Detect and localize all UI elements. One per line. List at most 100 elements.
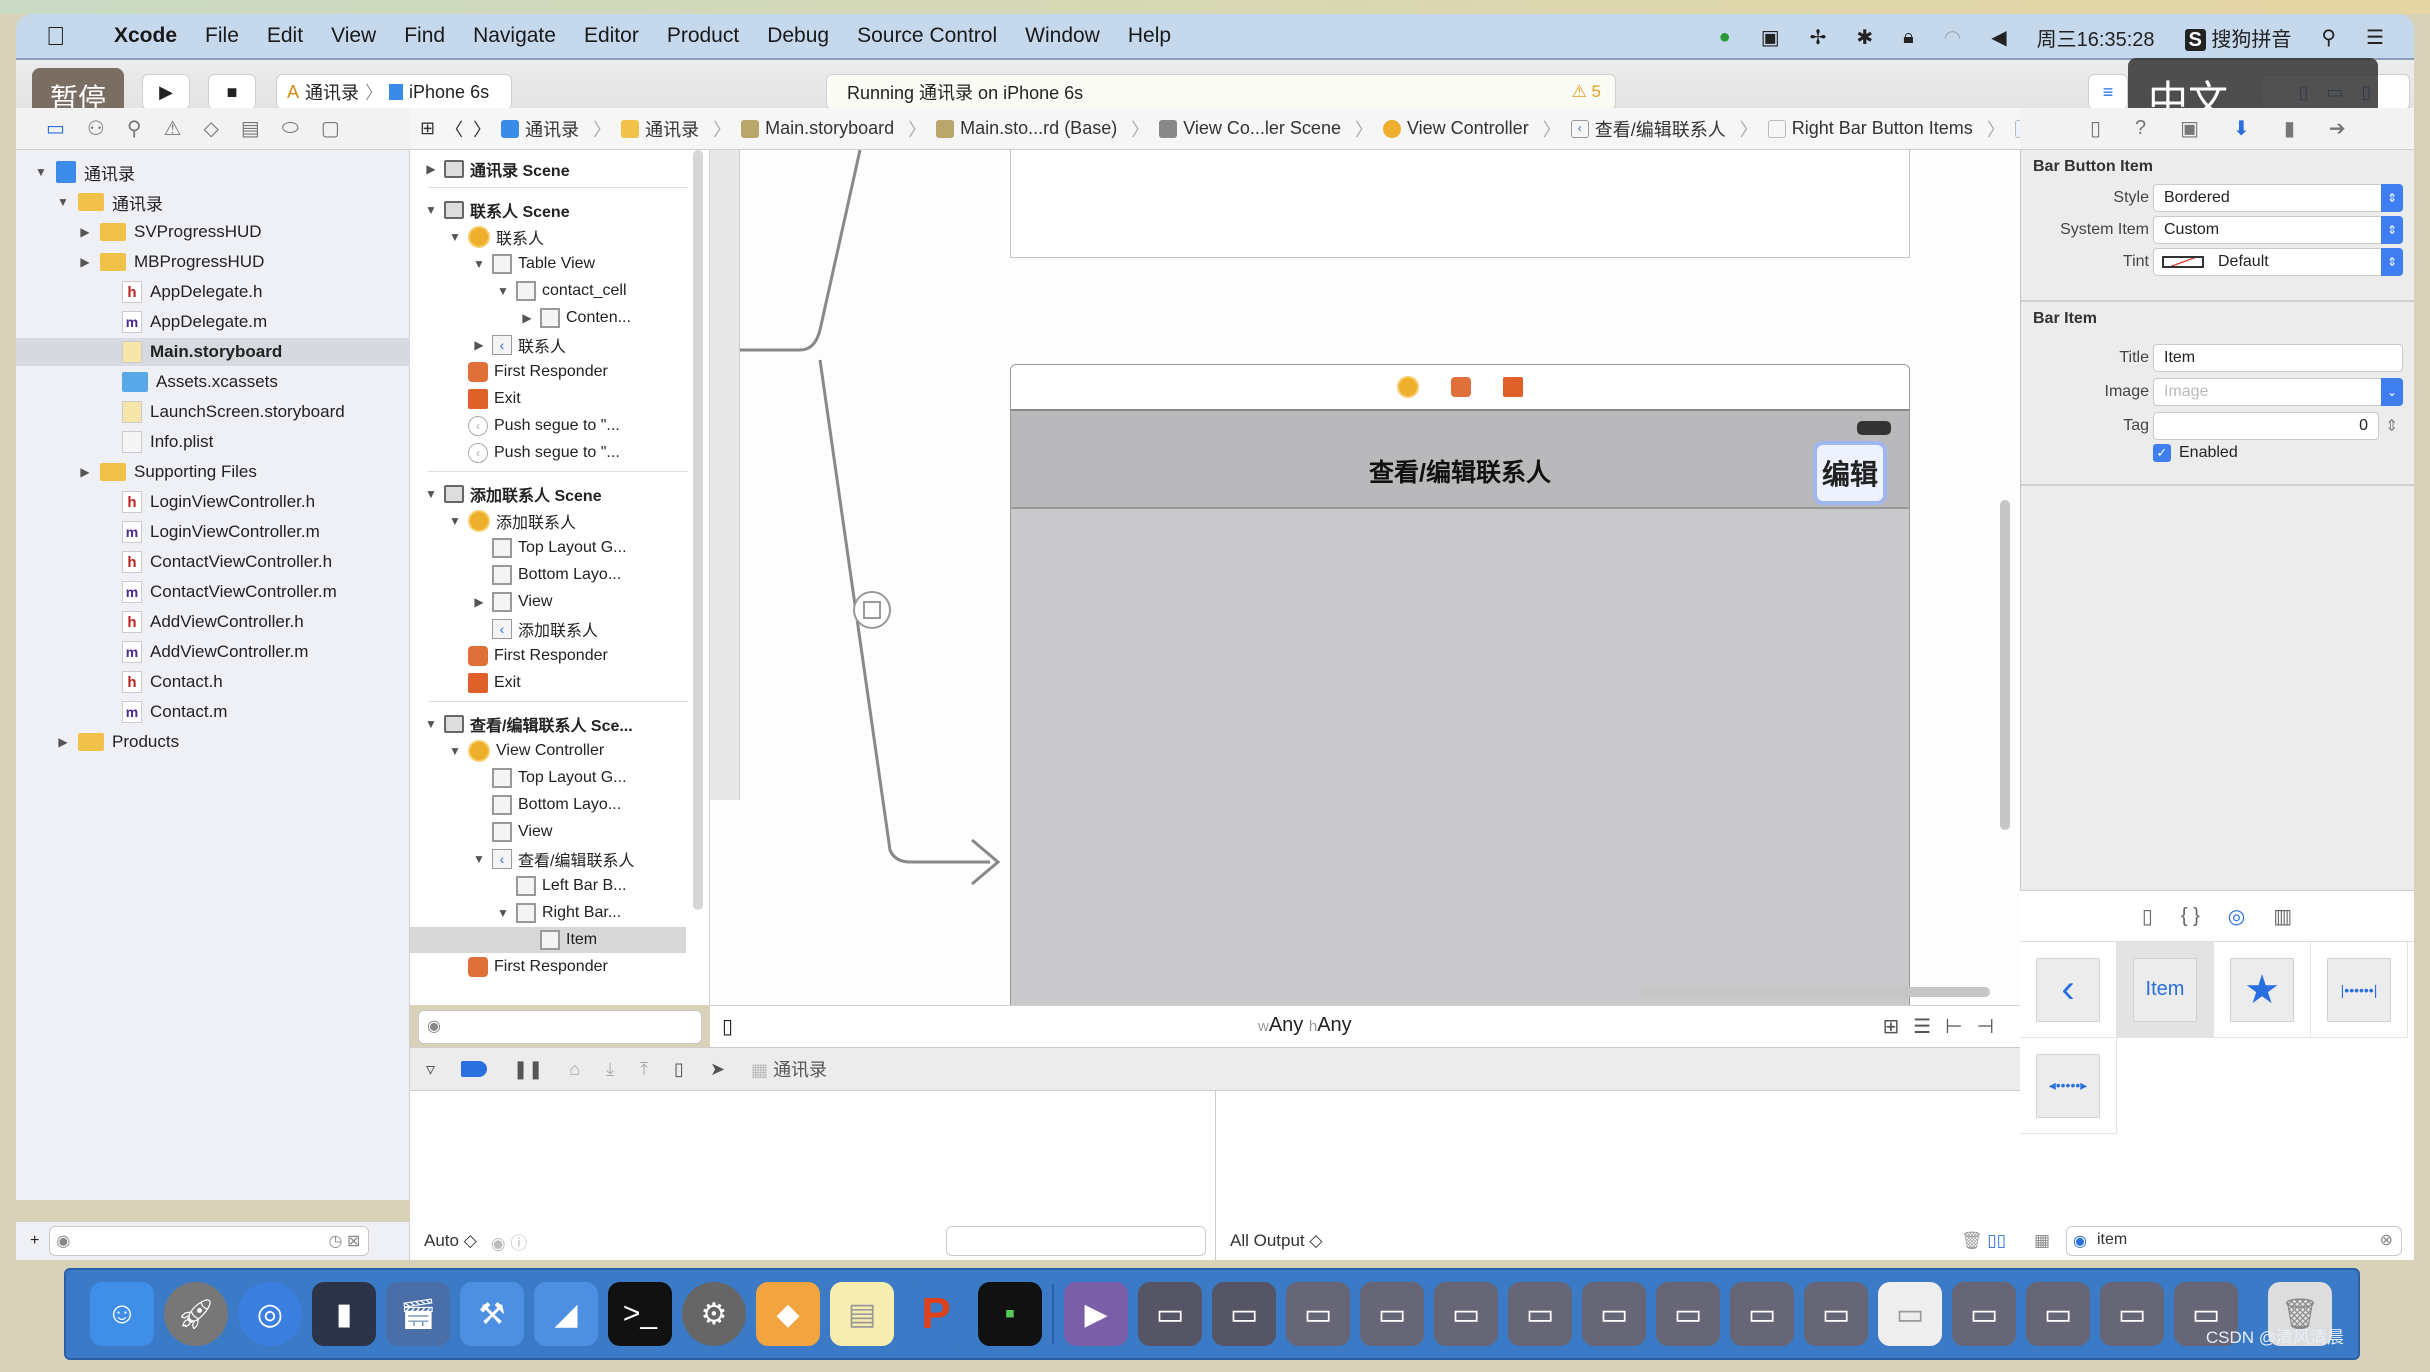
size-inspector-icon[interactable]: ▮ [2284,116,2295,141]
tag-input[interactable]: 0 [2153,412,2379,440]
resolve-icon[interactable]: ⊣ [1977,1016,2008,1038]
disclosure-triangle-icon[interactable]: ▼ [34,165,48,179]
segue-line[interactable] [818,359,990,864]
view-controller-icon[interactable] [1397,376,1419,398]
terminal-icon[interactable]: >_ [608,1282,672,1346]
variables-view[interactable] [410,1091,1216,1231]
debug-navigator-icon[interactable]: ▤ [241,116,260,141]
library-item-back[interactable]: ‹ [2020,942,2117,1038]
breakpoint-navigator-icon[interactable]: ⬭ [282,117,299,140]
menu-window[interactable]: Window [1025,24,1100,48]
outline-toggle-icon[interactable]: ▯ [722,1014,733,1039]
notification-icon[interactable]: ☰ [2366,25,2384,50]
outline-item[interactable]: ▶ Conten... [410,305,631,331]
outline-item[interactable]: ▼ Table View [410,251,595,277]
menu-app[interactable]: Xcode [114,24,177,48]
menu-source-control[interactable]: Source Control [857,24,997,48]
pin-icon[interactable]: ⊢ [1945,1016,1976,1038]
view-debug-icon[interactable]: ▯ [674,1059,684,1080]
wifi-icon[interactable]: ◠ [1944,25,1961,50]
breadcrumb-project[interactable]: 通讯录〉 [501,116,611,142]
window-thumbnail[interactable]: ▭ [1582,1282,1646,1346]
breadcrumb-scene[interactable]: View Co...ler Scene 〉 [1159,116,1373,142]
navigator-item[interactable]: ▼ 通讯录 [16,188,163,216]
outline-item[interactable]: Exit [410,386,521,412]
disclosure-triangle-icon[interactable]: ▶ [472,338,486,352]
grid-view-icon[interactable]: ▦ [2034,1231,2050,1251]
clear-icon[interactable]: ⊗ [2380,1230,2393,1250]
pause-icon[interactable]: ❚❚ [513,1059,543,1080]
editor-standard-button[interactable]: ≡ [2088,74,2128,110]
imovie-icon[interactable]: 🎬︎ [386,1282,450,1346]
quicktime-icon[interactable]: ▶ [1064,1282,1128,1346]
disclosure-triangle-icon[interactable]: ▶ [472,595,486,609]
title-input[interactable]: Item [2153,344,2403,372]
outline-item[interactable]: Left Bar B... [410,873,626,899]
back-icon[interactable]: 〈 [445,116,463,142]
outline-item[interactable]: ▼ 查看/编辑联系人 Sce... [410,711,633,737]
breadcrumb-navitem[interactable]: ‹ 查看/编辑联系人〉 [1570,116,1758,142]
navigator-item[interactable]: m AppDelegate.m [16,308,267,336]
outline-item[interactable]: View [410,819,552,845]
find-navigator-icon[interactable]: ⚲ [127,116,142,141]
disclosure-triangle-icon[interactable]: ▶ [78,255,92,269]
outline-item[interactable]: ▼ contact_cell [410,278,627,304]
window-thumbnail[interactable]: ▭ [1508,1282,1572,1346]
step-out-icon[interactable]: ⤒ [640,1059,648,1080]
outline-item[interactable]: ▼ 添加联系人 Scene [410,481,602,507]
window-thumbnail[interactable]: ▭ [1360,1282,1424,1346]
breadcrumb-storyboard[interactable]: Main.storyboard 〉 [741,116,926,142]
vertical-scrollbar[interactable] [2000,500,2010,830]
process-target[interactable]: ▦ 通讯录 [751,1056,827,1082]
menu-navigate[interactable]: Navigate [473,24,556,48]
outline-item[interactable]: ▼ 联系人 [410,224,544,250]
output-selector[interactable]: All Output ◇ [1230,1231,1322,1251]
bluetooth-icon[interactable]: ✱ [1856,25,1873,50]
outline-item[interactable]: ▼ 联系人 Scene [410,197,570,223]
navigator-item[interactable]: ▶ Products [16,728,179,756]
warning-count[interactable]: ⚠ 5 [1572,82,1601,102]
console-controls[interactable]: 🗑︎ ▯▯ [1961,1231,2006,1251]
outline-item[interactable]: ▶ View [410,589,552,615]
horizontal-scrollbar[interactable] [1640,987,1990,997]
safari-icon[interactable]: ◎ [238,1282,302,1346]
scheme-selector[interactable]: A 通讯录 〉 iPhone 6s [276,74,512,110]
outline-item[interactable]: ‹ Push segue to "... [410,440,620,466]
navigator-item[interactable]: Info.plist [16,428,213,456]
system-preferences-icon[interactable]: ⚙ [682,1282,746,1346]
align-icon[interactable]: ☰ [1913,1016,1945,1038]
disclosure-triangle-icon[interactable]: ▼ [472,852,486,866]
add-icon[interactable]: + [30,1232,39,1250]
navigator-item[interactable]: ▶ SVProgressHUD [16,218,262,246]
stack-icon[interactable]: ⊞ [1882,1016,1913,1038]
disclosure-triangle-icon[interactable]: ▼ [424,717,438,731]
media-library-icon[interactable]: ▥ [2273,904,2292,929]
xcode-icon[interactable]: ⚒ [460,1282,524,1346]
auto-selector[interactable]: Auto ◇ [424,1231,477,1251]
edit-bar-button[interactable]: 编辑 [1813,441,1887,505]
menu-file[interactable]: File [205,24,239,48]
navigator-item[interactable]: h LoginViewController.h [16,488,315,516]
size-class-selector[interactable]: wAny hAny [1258,1014,1352,1037]
outline-item[interactable]: ‹ 添加联系人 [410,616,598,642]
navigator-item[interactable]: Assets.xcassets [16,368,278,396]
chevron-down-icon[interactable]: ⌄ [2381,378,2403,406]
navigator-item[interactable]: h AddViewController.h [16,608,304,636]
navigator-item[interactable]: ▶ Supporting Files [16,458,257,486]
outline-item[interactable]: First Responder [410,954,608,980]
window-thumbnail[interactable]: ▭ [2026,1282,2090,1346]
nav-title[interactable]: 查看/编辑联系人 [1011,453,1909,489]
outline-item[interactable]: ▶ 通讯录 Scene [410,156,570,182]
disclosure-triangle-icon[interactable]: ▼ [472,257,486,271]
window-thumbnail[interactable]: ▭ [1730,1282,1794,1346]
apple-icon[interactable]:  [46,21,86,52]
window-thumbnail[interactable]: ▭ [1212,1282,1276,1346]
push-segue-icon[interactable] [853,591,891,629]
outline-item[interactable]: First Responder [410,359,608,385]
navigator-item[interactable]: h AppDelegate.h [16,278,262,306]
window-thumbnail[interactable]: ▭ [1434,1282,1498,1346]
navigator-filter-input[interactable]: ◉ ◷ ⊠ [49,1226,370,1256]
outline-item[interactable]: Bottom Layo... [410,562,621,588]
disclosure-triangle-icon[interactable]: ▼ [424,487,438,501]
mouse-app-icon[interactable]: ▮ [312,1282,376,1346]
